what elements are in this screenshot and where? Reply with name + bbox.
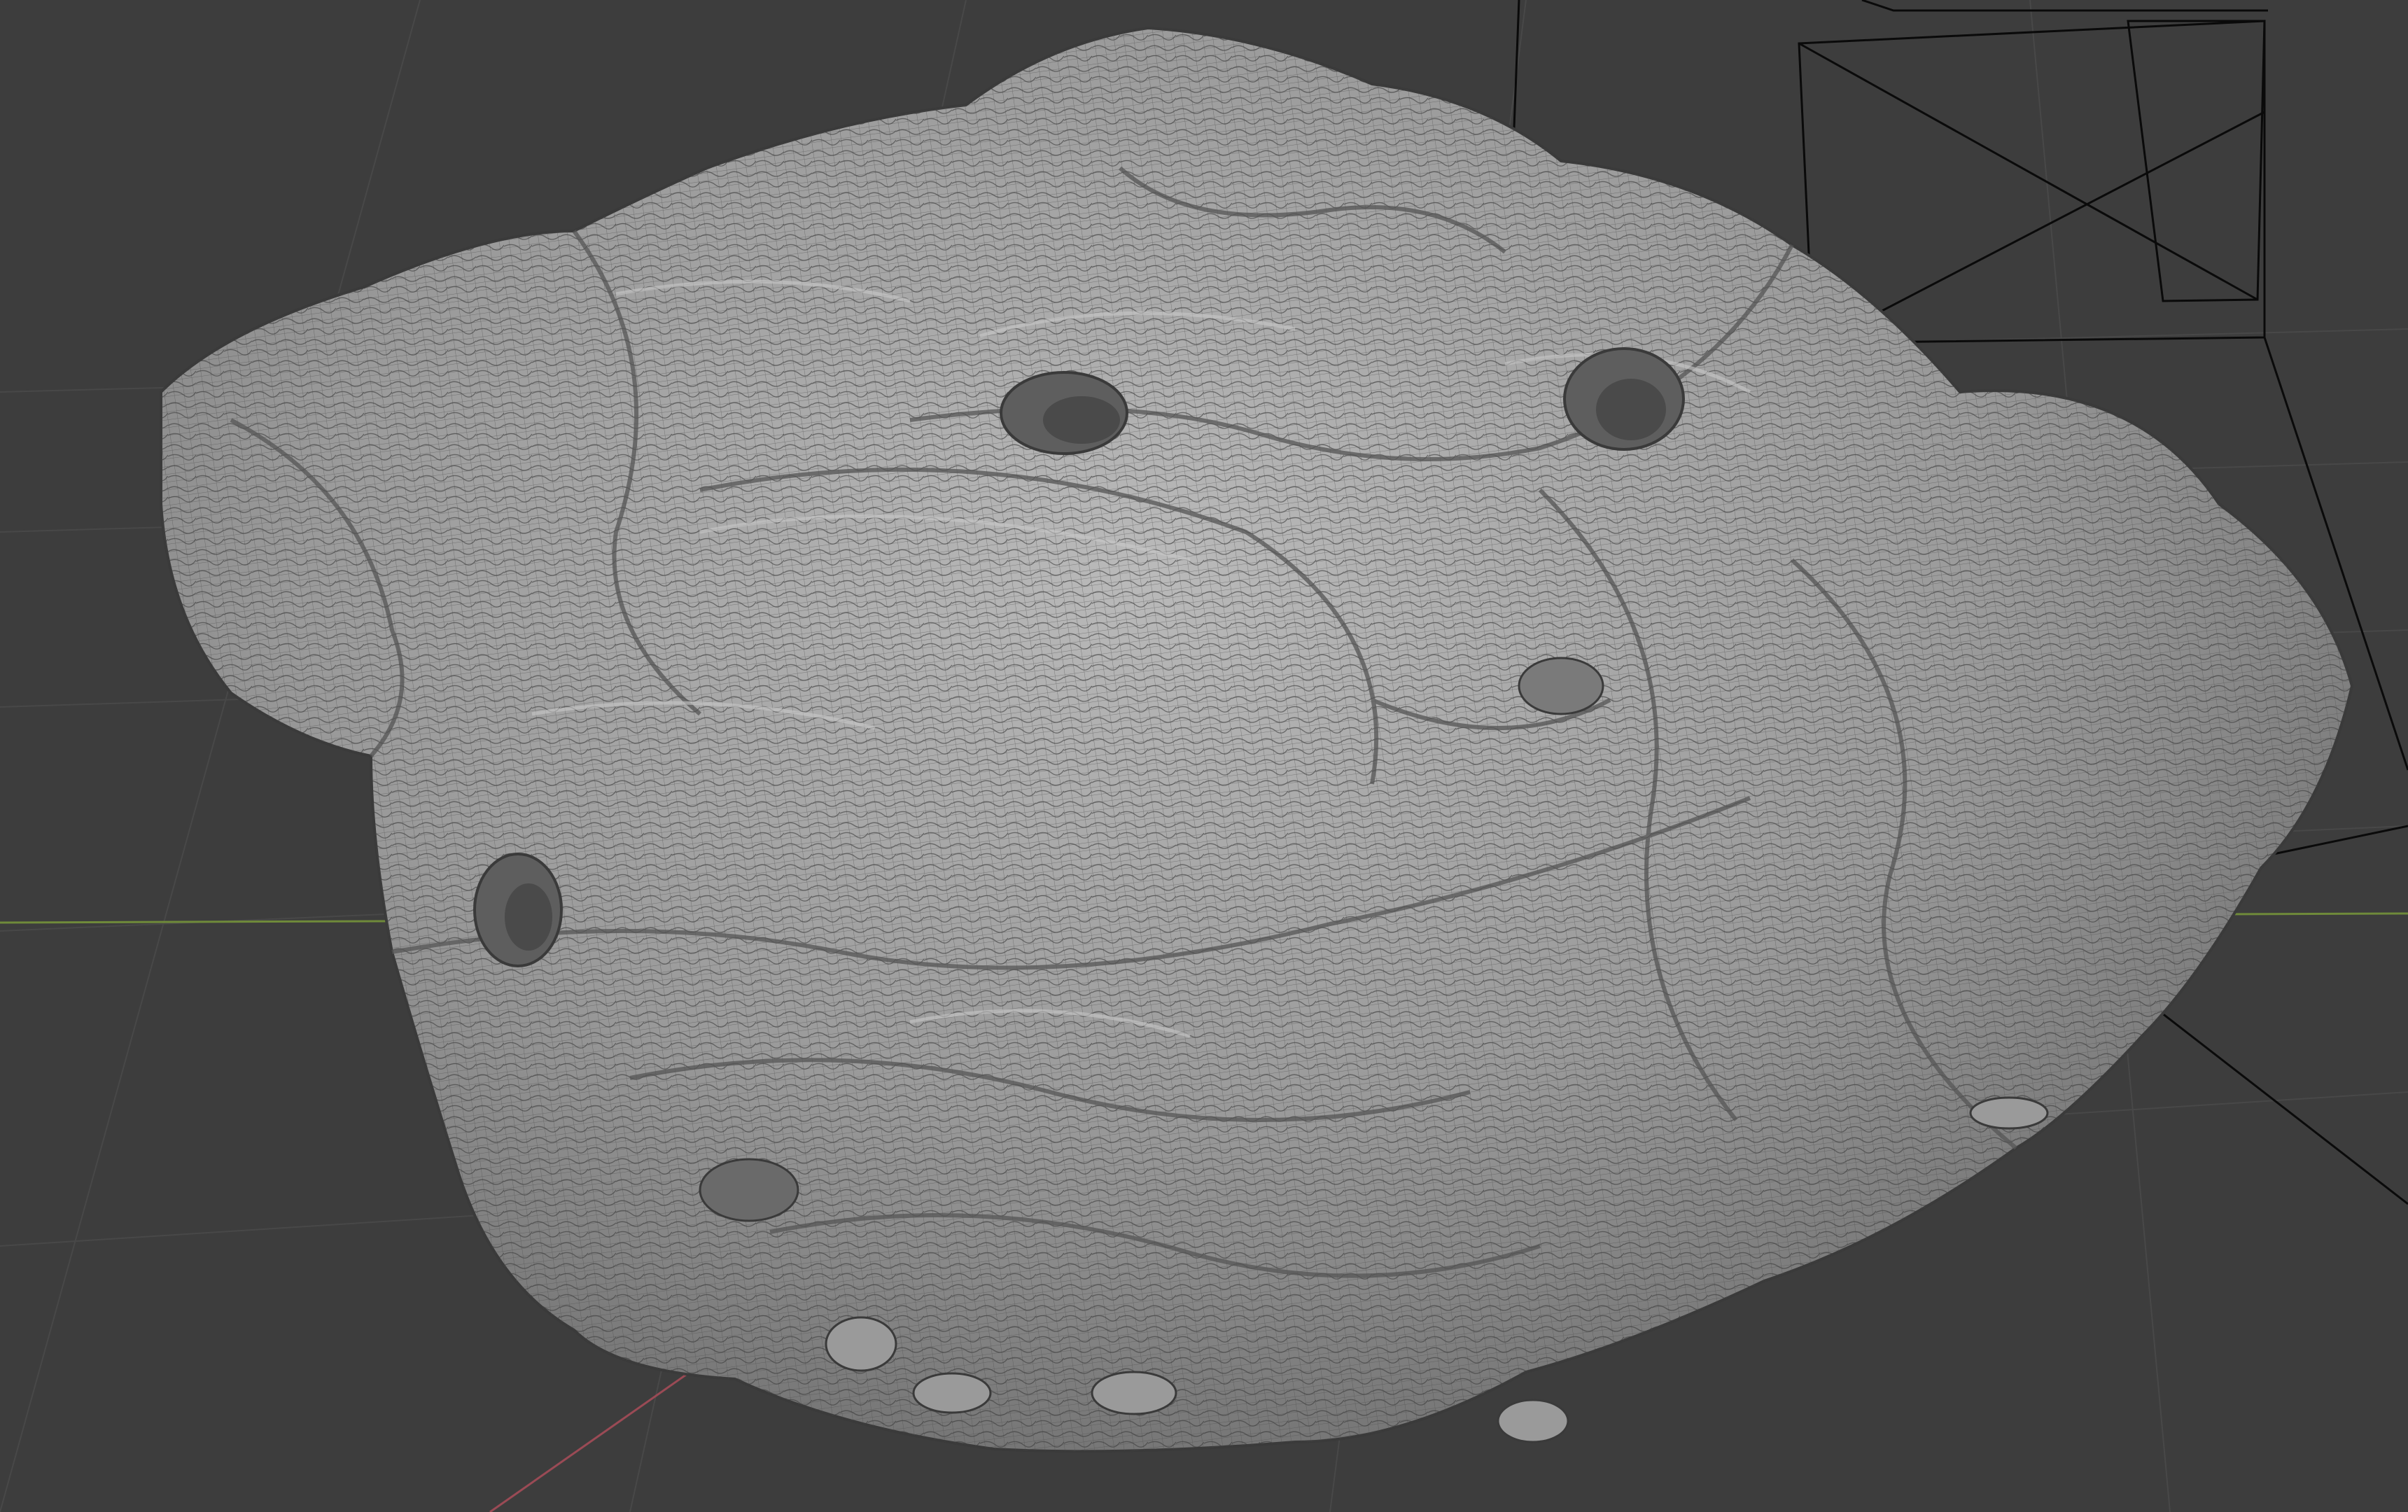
3d-viewport[interactable] [0,0,2408,1512]
viewport-canvas[interactable] [0,0,2408,1512]
rock-mesh[interactable] [160,26,2354,1453]
